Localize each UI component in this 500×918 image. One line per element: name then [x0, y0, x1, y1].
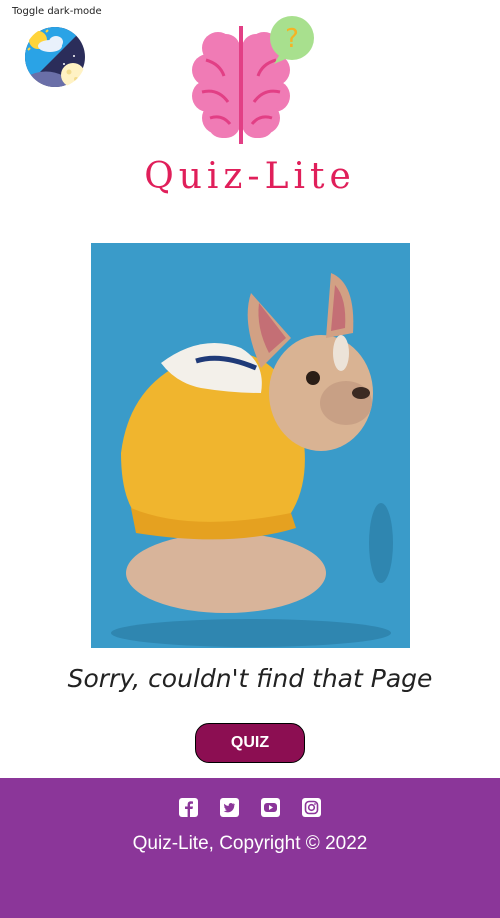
- facebook-icon[interactable]: [179, 798, 198, 817]
- dark-mode-toggle-label: Toggle dark-mode: [12, 6, 102, 17]
- twitter-icon[interactable]: [220, 798, 239, 817]
- social-links: [0, 798, 500, 817]
- copyright-text: Quiz-Lite, Copyright © 2022: [132, 833, 368, 854]
- site-title: Quiz-Lite: [144, 156, 356, 197]
- brain-logo: ?: [184, 14, 316, 146]
- footer: Quiz-Lite, Copyright © 2022: [0, 778, 500, 918]
- youtube-icon[interactable]: [261, 798, 280, 817]
- dark-mode-toggle-button[interactable]: [24, 26, 86, 88]
- instagram-icon[interactable]: [302, 798, 321, 817]
- svg-text:?: ?: [285, 24, 299, 54]
- error-message: Sorry, couldn't find that Page: [67, 664, 433, 693]
- quiz-button[interactable]: QUIZ: [195, 723, 305, 763]
- day-night-icon: [24, 26, 85, 87]
- dog-image: [91, 243, 410, 648]
